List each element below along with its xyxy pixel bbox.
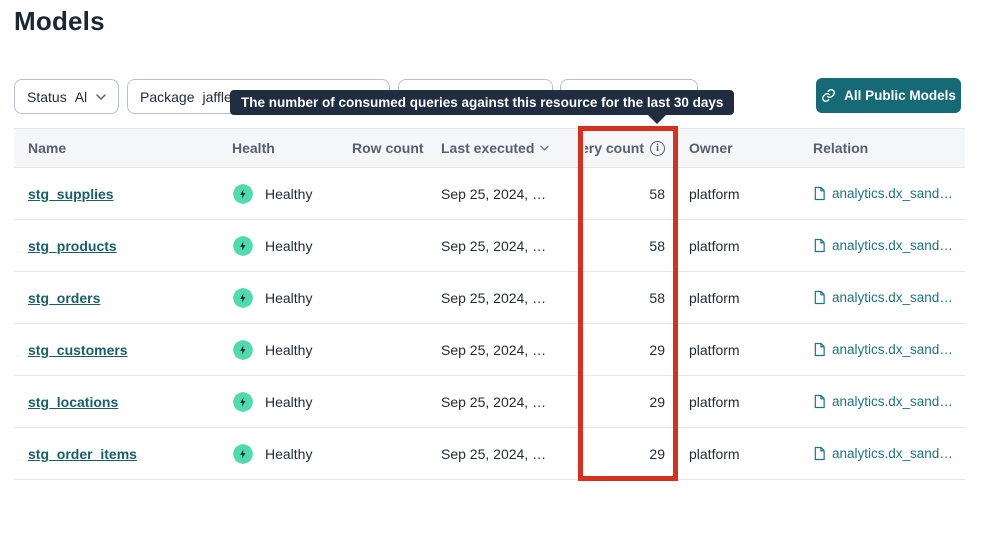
column-header-last-executed[interactable]: Last executed: [437, 140, 585, 156]
status-filter-label: Status: [27, 89, 67, 105]
health-status: Healthy: [265, 186, 312, 202]
model-link[interactable]: stg_orders: [28, 290, 100, 306]
lightning-bolt-icon: [232, 391, 254, 413]
health-status: Healthy: [265, 238, 312, 254]
page-title: Models: [14, 6, 105, 37]
model-link[interactable]: stg_locations: [28, 394, 118, 410]
tooltip-arrow: [648, 115, 666, 124]
column-header-health: Health: [232, 140, 352, 156]
lightning-bolt-icon: [232, 443, 254, 465]
table-row: stg_order_items Healthy Sep 25, 2024, … …: [14, 428, 965, 480]
link-icon: [821, 88, 836, 103]
last-executed-cell: Sep 25, 2024, …: [437, 446, 585, 462]
relation-link[interactable]: analytics.dx_sand…: [832, 186, 953, 201]
lightning-bolt-icon: [232, 287, 254, 309]
query-count-label: Query count: [585, 140, 644, 156]
document-icon: [813, 186, 826, 201]
health-status: Healthy: [265, 342, 312, 358]
sort-chevron-icon: [540, 145, 549, 151]
lightning-bolt-icon: [232, 183, 254, 205]
query-count-cell: 58: [585, 186, 685, 202]
owner-cell: platform: [685, 290, 809, 306]
health-status: Healthy: [265, 290, 312, 306]
query-count-tooltip: The number of consumed queries against t…: [230, 90, 734, 115]
owner-cell: platform: [685, 394, 809, 410]
status-filter-dropdown[interactable]: Status All: [14, 79, 119, 114]
package-filter-label: Package: [140, 89, 194, 105]
last-executed-cell: Sep 25, 2024, …: [437, 186, 585, 202]
relation-link[interactable]: analytics.dx_sand…: [832, 394, 953, 409]
model-link[interactable]: stg_order_items: [28, 446, 137, 462]
status-filter-value: All: [75, 89, 88, 105]
model-link[interactable]: stg_customers: [28, 342, 128, 358]
query-count-cell: 58: [585, 290, 685, 306]
document-icon: [813, 342, 826, 357]
model-link[interactable]: stg_supplies: [28, 186, 114, 202]
relation-link[interactable]: analytics.dx_sand…: [832, 446, 953, 461]
table-row: stg_locations Healthy Sep 25, 2024, … 29…: [14, 376, 965, 428]
column-header-row-count: Row count: [352, 140, 437, 156]
health-status: Healthy: [265, 446, 312, 462]
document-icon: [813, 290, 826, 305]
column-header-owner: Owner: [685, 140, 809, 156]
table-row: stg_supplies Healthy Sep 25, 2024, … 58 …: [14, 168, 965, 220]
last-executed-cell: Sep 25, 2024, …: [437, 290, 585, 306]
document-icon: [813, 394, 826, 409]
column-header-name: Name: [14, 140, 232, 156]
last-executed-cell: Sep 25, 2024, …: [437, 394, 585, 410]
owner-cell: platform: [685, 238, 809, 254]
column-header-query-count: Query count i: [585, 140, 685, 156]
table-row: stg_customers Healthy Sep 25, 2024, … 29…: [14, 324, 965, 376]
query-count-cell: 29: [585, 446, 685, 462]
lightning-bolt-icon: [232, 235, 254, 257]
all-public-models-button[interactable]: All Public Models: [816, 78, 961, 113]
all-public-models-label: All Public Models: [844, 88, 956, 103]
table-header-row: Name Health Row count Last executed Quer…: [14, 129, 965, 168]
tooltip-text: The number of consumed queries against t…: [241, 95, 723, 110]
owner-cell: platform: [685, 446, 809, 462]
last-executed-cell: Sep 25, 2024, …: [437, 238, 585, 254]
column-header-relation: Relation: [809, 140, 965, 156]
lightning-bolt-icon: [232, 339, 254, 361]
relation-link[interactable]: analytics.dx_sand…: [832, 290, 953, 305]
relation-link[interactable]: analytics.dx_sand…: [832, 342, 953, 357]
document-icon: [813, 446, 826, 461]
owner-cell: platform: [685, 186, 809, 202]
health-status: Healthy: [265, 394, 312, 410]
query-count-cell: 58: [585, 238, 685, 254]
chevron-down-icon: [96, 94, 106, 100]
models-table: Name Health Row count Last executed Quer…: [14, 128, 965, 480]
document-icon: [813, 238, 826, 253]
last-executed-label: Last executed: [441, 140, 534, 156]
owner-cell: platform: [685, 342, 809, 358]
info-icon[interactable]: i: [650, 141, 665, 156]
last-executed-cell: Sep 25, 2024, …: [437, 342, 585, 358]
table-row: stg_products Healthy Sep 25, 2024, … 58 …: [14, 220, 965, 272]
query-count-cell: 29: [585, 394, 685, 410]
table-row: stg_orders Healthy Sep 25, 2024, … 58 pl…: [14, 272, 965, 324]
relation-link[interactable]: analytics.dx_sand…: [832, 238, 953, 253]
model-link[interactable]: stg_products: [28, 238, 117, 254]
query-count-cell: 29: [585, 342, 685, 358]
